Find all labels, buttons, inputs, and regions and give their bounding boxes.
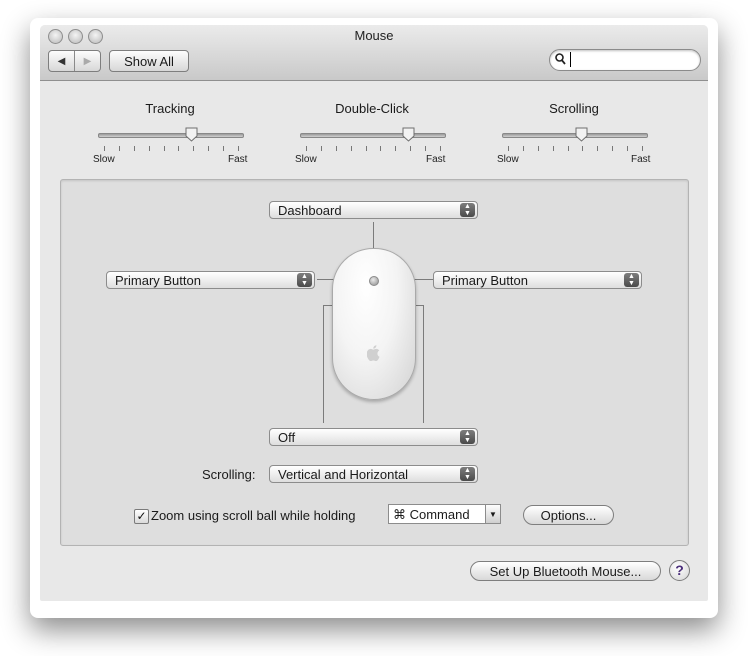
side-button-value: Off <box>278 430 296 445</box>
search-field[interactable] <box>549 49 701 71</box>
popup-arrows-icon: ▲ ▼ <box>460 430 475 444</box>
zoom-modifier-combo[interactable]: ⌘ Command ▼ <box>388 504 501 524</box>
slider-tick <box>568 146 569 151</box>
double-click-ticks <box>306 146 441 152</box>
slider-tick <box>523 146 524 151</box>
slider-tick <box>440 146 441 151</box>
mighty-mouse-image <box>332 248 416 400</box>
show-all-button[interactable]: Show All <box>109 50 189 72</box>
side-left-connector-line <box>323 305 324 423</box>
set-up-bluetooth-mouse-button[interactable]: Set Up Bluetooth Mouse... <box>470 561 661 581</box>
double-click-slider-track[interactable] <box>300 133 446 138</box>
top-button-value: Dashboard <box>278 203 342 218</box>
mouse-preferences-window: Mouse ◀ ▶ Show All Tracking Slow Fast Do… <box>40 25 708 601</box>
slider-tick <box>425 146 426 151</box>
slider-tick <box>380 146 381 151</box>
slider-tick <box>642 146 643 151</box>
tracking-ticks <box>104 146 239 152</box>
slider-tick <box>366 146 367 151</box>
double-click-label: Double-Click <box>335 101 409 116</box>
options-button[interactable]: Options... <box>523 505 614 525</box>
slider-tick <box>627 146 628 151</box>
zoom-checkbox[interactable]: ✓ <box>134 509 149 524</box>
slider-tick <box>134 146 135 151</box>
title-bar: Mouse ◀ ▶ Show All <box>40 25 708 81</box>
zoom-checkbox-label[interactable]: Zoom using scroll ball while holding <box>151 508 356 523</box>
popup-arrows-icon: ▲ ▼ <box>460 203 475 217</box>
slider-tick <box>223 146 224 151</box>
scrolling-ticks <box>508 146 643 152</box>
tracking-slider-thumb[interactable] <box>185 127 198 142</box>
slider-tick <box>395 146 396 151</box>
apple-logo-icon <box>366 345 381 365</box>
tracking-label: Tracking <box>145 101 195 116</box>
popup-arrows-icon: ▲ ▼ <box>297 273 312 287</box>
slider-tick <box>119 146 120 151</box>
side-right-connector-line <box>423 305 424 423</box>
scrolling-speed-label: Scrolling <box>549 101 599 116</box>
left-button-popup[interactable]: Primary Button ▲ ▼ <box>106 271 315 289</box>
left-button-value: Primary Button <box>115 273 201 288</box>
slider-tick <box>336 146 337 151</box>
tracking-slow-label: Slow <box>93 154 115 165</box>
search-icon <box>555 53 566 68</box>
scrolling-fast-label: Fast <box>631 154 651 165</box>
scrolling-mode-value: Vertical and Horizontal <box>278 467 409 482</box>
scrolling-mode-label: Scrolling: <box>202 467 256 482</box>
slider-tick <box>208 146 209 151</box>
window-title: Mouse <box>354 28 394 43</box>
search-input[interactable] <box>570 52 691 67</box>
slider-tick <box>351 146 352 151</box>
double-click-slider-thumb[interactable] <box>402 127 415 142</box>
slider-tick <box>410 146 411 151</box>
slider-tick <box>178 146 179 151</box>
tracking-fast-label: Fast <box>228 154 248 165</box>
slider-tick <box>321 146 322 151</box>
right-button-value: Primary Button <box>442 273 528 288</box>
top-button-popup[interactable]: Dashboard ▲ ▼ <box>269 201 478 219</box>
slider-tick <box>597 146 598 151</box>
double-click-fast-label: Fast <box>426 154 446 165</box>
slider-tick <box>306 146 307 151</box>
right-button-popup[interactable]: Primary Button ▲ ▼ <box>433 271 642 289</box>
scrolling-slider-thumb[interactable] <box>575 127 588 142</box>
slider-tick <box>538 146 539 151</box>
double-click-slow-label: Slow <box>295 154 317 165</box>
slider-tick <box>104 146 105 151</box>
help-button[interactable]: ? <box>669 560 690 581</box>
slider-tick <box>612 146 613 151</box>
slider-tick <box>193 146 194 151</box>
slider-tick <box>582 146 583 151</box>
popup-arrows-icon: ▲ ▼ <box>460 467 475 481</box>
slider-tick <box>164 146 165 151</box>
scrolling-slow-label: Slow <box>497 154 519 165</box>
back-arrow-icon[interactable]: ◀ <box>49 51 75 71</box>
scrolling-mode-popup[interactable]: Vertical and Horizontal ▲ ▼ <box>269 465 478 483</box>
slider-tick <box>149 146 150 151</box>
zoom-modifier-value: ⌘ Command <box>393 507 470 522</box>
slider-tick <box>553 146 554 151</box>
slider-tick <box>238 146 239 151</box>
popup-arrows-icon: ▲ ▼ <box>624 273 639 287</box>
back-forward-control: ◀ ▶ <box>48 50 101 72</box>
side-button-popup[interactable]: Off ▲ ▼ <box>269 428 478 446</box>
slider-tick <box>508 146 509 151</box>
forward-arrow-icon[interactable]: ▶ <box>75 51 100 71</box>
chevron-down-icon[interactable]: ▼ <box>485 504 501 524</box>
tracking-slider-track[interactable] <box>98 133 244 138</box>
scroll-ball <box>369 276 379 286</box>
